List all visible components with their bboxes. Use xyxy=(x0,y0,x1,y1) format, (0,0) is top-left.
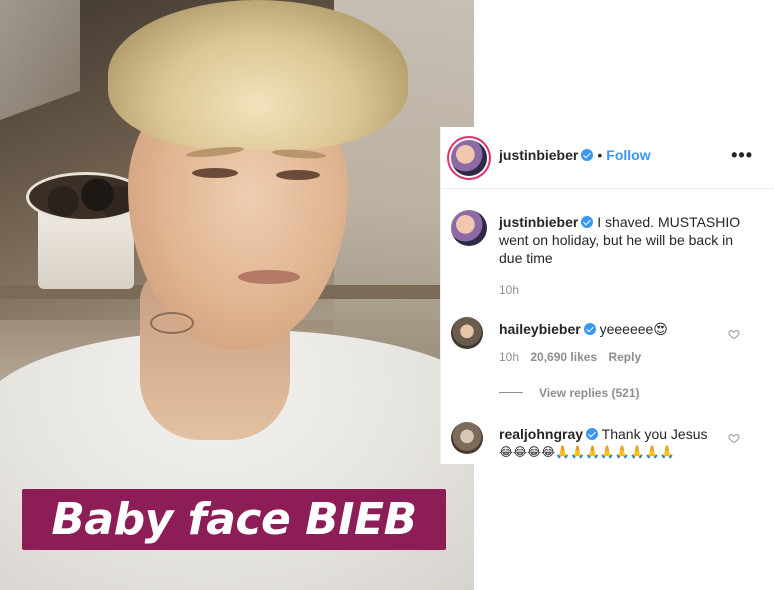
comment-avatar[interactable] xyxy=(451,317,483,349)
comment-reply-button[interactable]: Reply xyxy=(608,350,641,364)
comment-username[interactable]: realjohngray xyxy=(499,426,583,442)
verified-badge-icon xyxy=(581,216,594,228)
verified-badge-icon xyxy=(581,149,594,161)
photo-sticker-text: Baby face BIEB xyxy=(51,494,417,545)
comment-text-emojis: 😂😂😂😂🙏🙏🙏🙏🙏🙏🙏🙏 xyxy=(499,445,675,459)
caption-timestamp[interactable]: 10h xyxy=(499,283,769,297)
verified-badge-icon xyxy=(586,428,599,440)
author-username[interactable]: justinbieber xyxy=(499,147,578,163)
comment-meta: 10h 20,690 likes Reply xyxy=(499,350,739,364)
separator-dot: • xyxy=(597,147,603,163)
replies-divider-line xyxy=(499,392,523,394)
caption-body: justinbieber I shaved. MUSTASHIO went on… xyxy=(499,213,769,297)
comment-timestamp[interactable]: 10h xyxy=(499,350,519,364)
comment-avatar[interactable] xyxy=(451,422,483,454)
author-avatar[interactable] xyxy=(451,140,487,176)
comment-text: Thank you Jesus xyxy=(601,426,708,442)
caption-avatar[interactable] xyxy=(451,210,487,246)
comment-username[interactable]: haileybieber xyxy=(499,321,581,337)
photo-right-eye xyxy=(276,170,320,180)
post-header: justinbieber • Follow ••• xyxy=(441,127,774,189)
view-replies-row: View replies (521) xyxy=(499,384,739,402)
photo-neck-tattoo xyxy=(150,312,194,334)
caption-text-line3: due time xyxy=(499,250,553,266)
caption-username[interactable]: justinbieber xyxy=(499,214,578,230)
post-photo[interactable]: Baby face BIEB xyxy=(0,0,474,590)
photo-mouth xyxy=(238,270,300,284)
photo-blond-hair xyxy=(108,0,408,150)
post-panel: justinbieber • Follow ••• justinbieber I s… xyxy=(440,127,774,464)
comment-body: haileybieber yeeeeee😍 10h 20,690 likes R… xyxy=(499,320,739,402)
caption-text-line1: I shaved. MUSTASHIO xyxy=(597,214,741,230)
like-comment-heart-icon[interactable] xyxy=(728,432,740,444)
follow-button[interactable]: Follow xyxy=(606,147,650,163)
view-replies-button[interactable]: View replies (521) xyxy=(539,386,640,400)
caption-text-line2: went on holiday, but he will be back in xyxy=(499,232,733,248)
comment-body: realjohngray Thank you Jesus 😂😂😂😂🙏🙏🙏🙏🙏🙏🙏… xyxy=(499,425,739,461)
comment-likes[interactable]: 20,690 likes xyxy=(530,350,597,364)
photo-text-sticker: Baby face BIEB xyxy=(22,489,446,550)
photo-left-eye xyxy=(192,168,238,178)
author-line: justinbieber • Follow xyxy=(499,147,651,165)
more-options-icon[interactable]: ••• xyxy=(731,145,753,166)
comment-text: yeeeeee😍 xyxy=(599,321,668,337)
like-comment-heart-icon[interactable] xyxy=(728,328,740,340)
verified-badge-icon xyxy=(583,323,596,335)
